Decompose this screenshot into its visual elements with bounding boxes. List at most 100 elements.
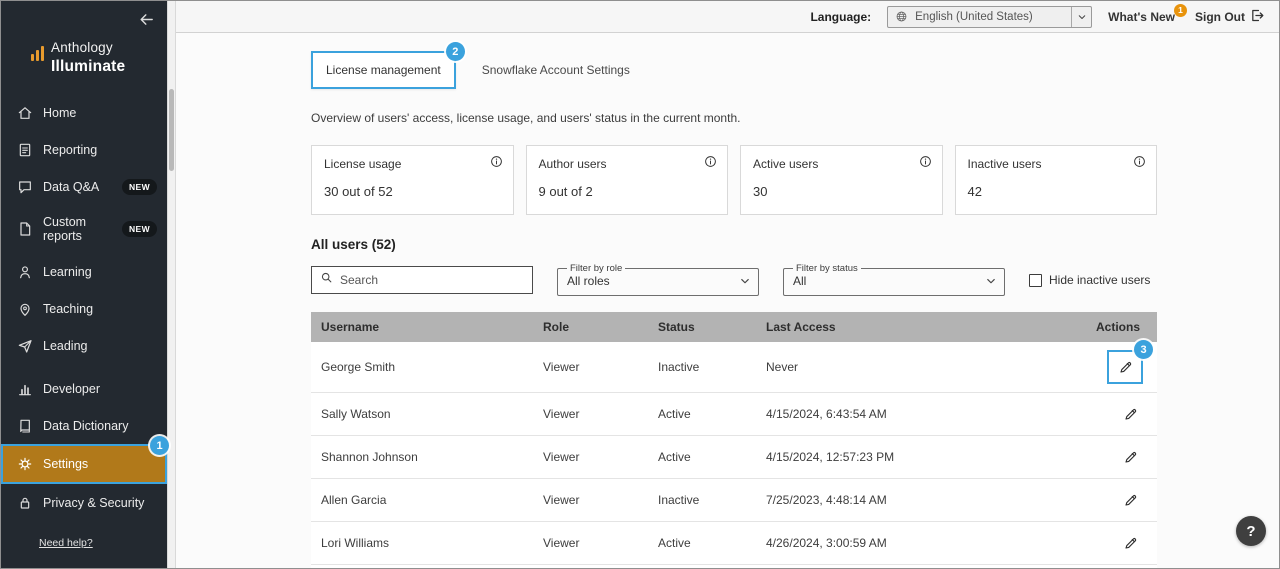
edit-user-button[interactable] [1117,487,1143,513]
stat-value: 30 [753,184,930,199]
filter-status-label: Filter by status [793,264,861,274]
cell-username: Lori Williams [311,522,533,565]
users-table: Username Role Status Last Access Actions… [311,312,1157,568]
need-help-link[interactable]: Need help? [39,537,93,549]
info-icon[interactable] [490,155,503,168]
cell-status: Active [648,565,756,569]
stat-card-license-usage: License usage 30 out of 52 [311,145,514,215]
sidebar-item-data-dictionary[interactable]: Data Dictionary [1,407,167,444]
cell-last-access: Never [756,342,1086,393]
brand-logo: Anthology Illuminate [1,32,167,94]
whats-new-badge: 1 [1174,4,1187,17]
sidebar: Anthology Illuminate Home Reporting Data… [1,1,167,568]
edit-user-button[interactable] [1112,354,1138,380]
search-icon [320,271,333,289]
edit-pencil-icon [1123,536,1138,551]
back-arrow-icon[interactable] [138,11,155,28]
sidebar-item-label: Learning [43,265,92,279]
main-area: Language: English (United States) What's… [176,1,1279,568]
sign-out-icon [1250,8,1265,26]
stat-value: 9 out of 2 [539,184,716,199]
stat-value: 42 [968,184,1145,199]
help-button[interactable]: ? [1236,516,1266,546]
table-controls: Filter by role All roles Filter by statu… [311,264,1157,296]
edit-pencil-icon [1123,407,1138,422]
vertical-scrollbar[interactable] [167,1,176,568]
whats-new-label: What's New [1108,10,1175,24]
table-header-row: Username Role Status Last Access Actions [311,312,1157,342]
table-row: Allen Garcia Viewer Inactive 7/25/2023, … [311,479,1157,522]
language-select[interactable]: English (United States) [887,6,1092,28]
cell-username: George Smith [311,342,533,393]
globe-icon [895,10,908,23]
sidebar-item-learning[interactable]: Learning [1,253,167,290]
cell-username: Thomas Anderson [311,565,533,569]
content: License management 2 Snowflake Account S… [176,33,1279,568]
col-header-actions: Actions [1086,312,1157,342]
cell-username: Allen Garcia [311,479,533,522]
filter-status-select[interactable]: Filter by status All [783,264,1005,296]
cell-role: Viewer [533,479,648,522]
sidebar-item-privacy-security[interactable]: Privacy & Security [1,484,167,521]
search-box [311,266,533,294]
sidebar-item-developer[interactable]: Developer [1,370,167,407]
tab-bar: License management 2 Snowflake Account S… [311,51,1157,89]
table-row: George Smith Viewer Inactive Never 3 [311,342,1157,393]
sidebar-item-settings[interactable]: Settings 1 [1,444,167,484]
tab-license-management[interactable]: License management 2 [311,51,456,89]
stat-label: License usage [324,157,501,171]
cell-role: Viewer [533,522,648,565]
edit-user-button[interactable] [1117,444,1143,470]
table-row: Thomas Anderson Viewer Active 4/12/2024,… [311,565,1157,569]
info-icon[interactable] [1133,155,1146,168]
stat-label: Active users [753,157,930,171]
stat-label: Inactive users [968,157,1145,171]
stat-card-inactive-users: Inactive users 42 [955,145,1158,215]
cell-role: Viewer [533,393,648,436]
edit-pencil-icon [1123,493,1138,508]
table-row: Shannon Johnson Viewer Active 4/15/2024,… [311,436,1157,479]
sidebar-item-label: Privacy & Security [43,496,144,510]
sidebar-item-home[interactable]: Home [1,94,167,131]
info-icon[interactable] [919,155,932,168]
scrollbar-thumb[interactable] [169,89,174,171]
sidebar-item-label: Data Dictionary [43,419,128,433]
col-header-username: Username [311,312,533,342]
tab-snowflake-account-settings[interactable]: Snowflake Account Settings [482,63,630,77]
home-icon [17,105,33,121]
sidebar-item-teaching[interactable]: Teaching [1,290,167,327]
sidebar-item-data-qa[interactable]: Data Q&A NEW [1,168,167,205]
edit-user-button[interactable] [1117,530,1143,556]
language-value: English (United States) [915,11,1064,23]
cell-role: Viewer [533,342,648,393]
callout-badge-2: 2 [446,42,465,61]
info-icon[interactable] [704,155,717,168]
cell-status: Active [648,393,756,436]
sidebar-item-reporting[interactable]: Reporting [1,131,167,168]
cell-last-access: 4/15/2024, 12:57:23 PM [756,436,1086,479]
whats-new-link[interactable]: What's New 1 [1108,10,1179,24]
tab-label: Snowflake Account Settings [482,63,630,77]
reporting-icon [17,142,33,158]
sidebar-item-custom-reports[interactable]: Custom reports NEW [1,205,167,253]
teaching-icon [17,301,33,317]
sidebar-item-label: Leading [43,339,88,353]
filter-role-value: All roles [567,274,738,288]
sidebar-item-leading[interactable]: Leading [1,327,167,364]
stat-card-author-users: Author users 9 out of 2 [526,145,729,215]
edit-user-button[interactable] [1117,401,1143,427]
sign-out-button[interactable]: Sign Out [1195,8,1265,26]
col-header-last-access: Last Access [756,312,1086,342]
cell-status: Inactive [648,342,756,393]
cell-username: Shannon Johnson [311,436,533,479]
search-input[interactable] [340,273,524,287]
privacy-lock-icon [17,495,33,511]
filter-role-select[interactable]: Filter by role All roles [557,264,759,296]
hide-inactive-checkbox-wrap[interactable]: Hide inactive users [1029,273,1150,287]
table-row: Sally Watson Viewer Active 4/15/2024, 6:… [311,393,1157,436]
filter-role-label: Filter by role [567,264,625,274]
chevron-down-icon [738,274,752,288]
hide-inactive-checkbox[interactable] [1029,274,1042,287]
tab-label: License management [326,63,441,77]
cell-status: Active [648,436,756,479]
